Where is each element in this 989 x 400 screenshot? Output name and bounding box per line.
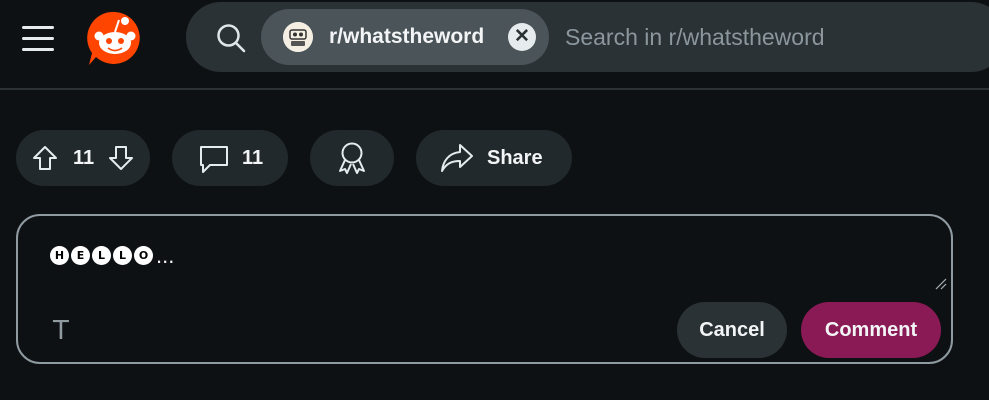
search-placeholder[interactable]: Search in r/whatstheword bbox=[565, 2, 825, 72]
subreddit-filter-chip[interactable]: r/whatstheword ✕ bbox=[261, 9, 549, 65]
hamburger-menu-icon[interactable] bbox=[20, 24, 56, 54]
composer-letter: L bbox=[113, 246, 132, 265]
composer-ellipsis: ... bbox=[156, 243, 175, 268]
subreddit-chip-label: r/whatstheword bbox=[329, 25, 485, 48]
comment-submit-button[interactable]: Comment bbox=[801, 302, 941, 358]
comment-count: 11 bbox=[242, 147, 264, 169]
vote-pill: 11 bbox=[16, 130, 150, 186]
vote-count: 11 bbox=[73, 147, 95, 169]
comments-button[interactable]: 11 bbox=[172, 130, 288, 186]
composer-letter: L bbox=[92, 246, 111, 265]
top-bar: r/whatstheword ✕ Search in r/whatsthewor… bbox=[0, 0, 989, 90]
composer-letter: H bbox=[50, 246, 69, 265]
award-icon bbox=[339, 142, 365, 174]
share-button[interactable]: Share bbox=[416, 130, 572, 186]
comment-composer[interactable]: H E L L O ... T Cancel Comment bbox=[16, 214, 953, 364]
subreddit-avatar-icon bbox=[283, 22, 313, 52]
search-icon bbox=[217, 24, 246, 53]
downvote-icon[interactable] bbox=[108, 145, 134, 171]
comment-icon bbox=[200, 146, 228, 173]
search-bar[interactable]: r/whatstheword ✕ Search in r/whatsthewor… bbox=[186, 2, 989, 72]
resize-handle-icon[interactable] bbox=[935, 278, 947, 290]
comment-input-text[interactable]: H E L L O ... bbox=[50, 243, 175, 268]
upvote-icon[interactable] bbox=[32, 145, 58, 171]
award-button[interactable] bbox=[310, 130, 394, 186]
composer-letter: E bbox=[71, 246, 90, 265]
share-label: Share bbox=[487, 147, 543, 169]
composer-letter: O bbox=[134, 246, 153, 265]
share-icon bbox=[441, 144, 473, 172]
cancel-button[interactable]: Cancel bbox=[677, 302, 787, 358]
formatting-toggle-button[interactable]: T bbox=[53, 316, 69, 346]
reddit-logo-icon[interactable] bbox=[86, 9, 144, 67]
close-icon[interactable]: ✕ bbox=[508, 23, 536, 51]
